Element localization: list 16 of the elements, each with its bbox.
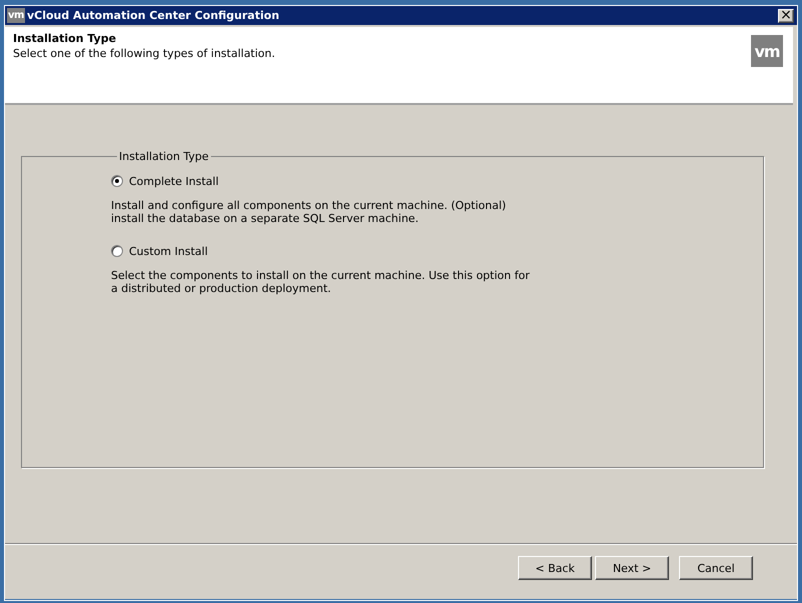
page-title: Installation Type [13, 32, 118, 45]
radio-button[interactable] [111, 175, 123, 187]
close-button[interactable]: × [778, 8, 794, 22]
option-description: Select the components to install on the current machine. Use this option for a distributed or production deployment. [111, 269, 531, 295]
window-title: vCloud Automation Center Configuration [26, 9, 280, 22]
option-description: Install and configure all components on the current machine. (Optional) install the database on a separate SQL Server machine. [111, 199, 508, 225]
radio-label[interactable]: Complete Install [129, 174, 219, 188]
page-subtitle: Select one of the following types of installation. [13, 47, 276, 60]
radio-button[interactable] [111, 245, 123, 257]
wizard-button[interactable]: < Back [518, 556, 592, 580]
radio-label[interactable]: Custom Install [129, 244, 208, 258]
wizard-button[interactable]: Next > [595, 556, 669, 580]
wizard-button[interactable]: Cancel [679, 556, 753, 580]
logo: vm [751, 35, 783, 67]
app-icon: vm [7, 8, 25, 23]
group-title: Installation Type [118, 150, 210, 163]
